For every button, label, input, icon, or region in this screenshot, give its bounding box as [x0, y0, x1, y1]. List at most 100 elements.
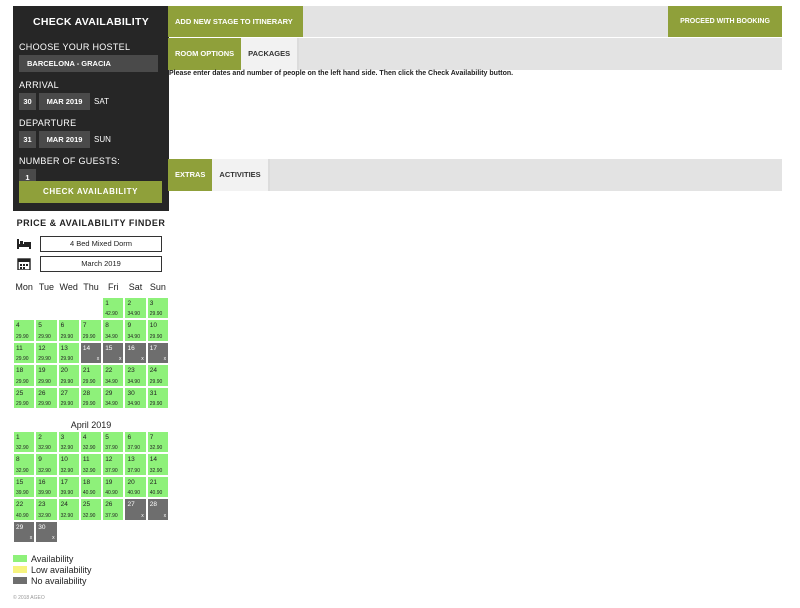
- calendar-day[interactable]: 2 34.90: [124, 297, 147, 320]
- calendar-day[interactable]: 13 29.90: [57, 341, 80, 365]
- calendar-day[interactable]: 26 29.90: [35, 386, 58, 409]
- tab-packages[interactable]: PACKAGES: [241, 38, 300, 70]
- day-price: 29.90: [149, 378, 163, 385]
- calendar-day[interactable]: 16 39.90: [35, 475, 58, 499]
- calendar-day[interactable]: 17 39.90: [57, 475, 80, 499]
- calendar-day[interactable]: 30 34.90: [124, 386, 147, 409]
- day-number: 28: [82, 389, 91, 397]
- calendar-day[interactable]: 12 29.90: [35, 341, 58, 365]
- tab-extras[interactable]: EXTRAS: [168, 159, 213, 191]
- calendar-day[interactable]: 19 40.90: [102, 475, 125, 499]
- day-number: 1: [105, 300, 109, 307]
- calendar-day[interactable]: 9 32.90: [35, 453, 58, 476]
- calendar-day[interactable]: 5 37.90: [102, 431, 125, 454]
- calendar-day[interactable]: 23 34.90: [124, 364, 147, 387]
- calendar-day[interactable]: 18 40.90: [79, 475, 103, 499]
- day-number: 25: [16, 389, 24, 397]
- tab-room-options[interactable]: ROOM OPTIONS: [168, 38, 242, 70]
- hostel-select[interactable]: BARCELONA - GRACIA: [19, 55, 158, 72]
- proceed-booking-button[interactable]: PROCEED WITH BOOKING: [668, 6, 782, 37]
- unavailable-mark: x: [163, 356, 167, 363]
- day-number: 7: [149, 434, 154, 441]
- day-price: 37.90: [105, 445, 118, 452]
- calendar-day[interactable]: 5 29.90: [35, 319, 58, 342]
- calendar-day[interactable]: 19 29.90: [35, 364, 58, 387]
- april-title: April 2019: [70, 420, 112, 430]
- calendar-day[interactable]: 20 29.90: [57, 364, 80, 387]
- calendar-day[interactable]: 2 32.90: [35, 431, 58, 454]
- calendar-day[interactable]: 14 x: [79, 341, 103, 365]
- legend-item: Availability: [13, 553, 92, 564]
- calendar-day[interactable]: 22 34.90: [102, 364, 125, 387]
- calendar-day[interactable]: 27 29.90: [57, 386, 80, 409]
- calendar-day[interactable]: 20 40.90: [124, 475, 147, 499]
- calendar-day[interactable]: 15 x: [102, 341, 125, 365]
- calendar-day[interactable]: 1 32.90: [13, 431, 36, 454]
- add-stage-button[interactable]: ADD NEW STAGE TO ITINERARY: [168, 6, 303, 37]
- calendar-day[interactable]: 17 x: [146, 341, 170, 365]
- arrival-day-select[interactable]: 30: [19, 93, 36, 110]
- calendar-day[interactable]: 14 32.90: [146, 453, 170, 476]
- calendar-day[interactable]: 8 34.90: [102, 319, 125, 342]
- calendar-day[interactable]: 11 32.90: [79, 453, 103, 476]
- calendar-day[interactable]: 7 32.90: [146, 431, 170, 454]
- calendar-day[interactable]: 4 32.90: [79, 431, 103, 454]
- calendar-day[interactable]: 16 x: [124, 341, 147, 365]
- legend-label: No availability: [31, 575, 87, 586]
- check-availability-panel: CHECK AVAILABILITY CHOOSE YOUR HOSTEL BA…: [13, 6, 169, 211]
- day-number: 21: [149, 478, 158, 486]
- calendar-day[interactable]: 10 29.90: [146, 319, 170, 342]
- day-price: 37.90: [105, 467, 118, 474]
- calendar-day[interactable]: 24 32.90: [57, 498, 80, 521]
- month-select[interactable]: March 2019: [40, 256, 162, 272]
- calendar-day[interactable]: 7 29.90: [79, 319, 103, 342]
- calendar-day[interactable]: 26 37.90: [102, 498, 125, 521]
- calendar-day[interactable]: 1 42.90: [102, 297, 125, 320]
- calendar-day[interactable]: 31 29.90: [146, 386, 170, 409]
- calendar-day[interactable]: 29 x: [13, 520, 36, 543]
- day-number: 5: [38, 322, 42, 330]
- calendar-day[interactable]: 28 29.90: [79, 386, 103, 409]
- day-price: 29.90: [149, 333, 163, 340]
- calendar-day[interactable]: 8 32.90: [13, 453, 36, 476]
- calendar-day[interactable]: 10 32.90: [57, 453, 80, 476]
- calendar-day[interactable]: 4 29.90: [13, 319, 36, 342]
- day-number: 30: [127, 389, 135, 397]
- calendar-day[interactable]: 3 29.90: [146, 297, 170, 320]
- day-number: 29: [16, 523, 24, 531]
- calendar-day[interactable]: 13 37.90: [124, 453, 147, 476]
- day-price: 37.90: [127, 467, 140, 474]
- calendar-day[interactable]: 25 32.90: [79, 498, 103, 521]
- day-price: 32.90: [149, 467, 163, 474]
- day-number: 19: [38, 367, 46, 375]
- tab-activities[interactable]: ACTIVITIES: [212, 159, 270, 191]
- calendar-day[interactable]: 28 x: [146, 498, 170, 521]
- arrival-month-select[interactable]: MAR 2019: [39, 93, 90, 110]
- calendar-day[interactable]: 22 40.90: [13, 498, 36, 521]
- calendar-day[interactable]: 27 x: [124, 498, 147, 521]
- day-price: 29.90: [38, 400, 51, 407]
- calendar-day[interactable]: 21 40.90: [146, 475, 170, 499]
- legend-swatch-low: [13, 566, 27, 573]
- finder-title: PRICE & AVAILABILITY FINDER: [16, 218, 166, 228]
- departure-day-select[interactable]: 31: [19, 131, 36, 148]
- calendar-day[interactable]: 9 34.90: [124, 319, 147, 342]
- calendar-day[interactable]: 3 32.90: [57, 431, 80, 454]
- calendar-day[interactable]: 18 29.90: [13, 364, 36, 387]
- calendar-day[interactable]: 15 39.90: [13, 475, 36, 499]
- calendar-day[interactable]: 6 29.90: [57, 319, 80, 342]
- calendar-day[interactable]: 12 37.90: [102, 453, 125, 476]
- departure-month-select[interactable]: MAR 2019: [39, 131, 90, 148]
- check-availability-button[interactable]: CHECK AVAILABILITY: [19, 181, 162, 203]
- calendar-day[interactable]: 29 34.90: [102, 386, 125, 409]
- calendar-day[interactable]: 30 x: [35, 520, 58, 543]
- calendar-day[interactable]: 21 29.90: [79, 364, 103, 387]
- calendar-day[interactable]: 6 37.90: [124, 431, 147, 454]
- room-type-select[interactable]: 4 Bed Mixed Dorm: [40, 236, 162, 252]
- calendar-day[interactable]: 11 29.90: [13, 341, 36, 365]
- calendar-day[interactable]: 25 29.90: [13, 386, 36, 409]
- calendar-day[interactable]: 24 29.90: [146, 364, 170, 387]
- weekday-label: Thu: [83, 282, 99, 292]
- day-price: 37.90: [105, 512, 118, 519]
- calendar-day[interactable]: 23 32.90: [35, 498, 58, 521]
